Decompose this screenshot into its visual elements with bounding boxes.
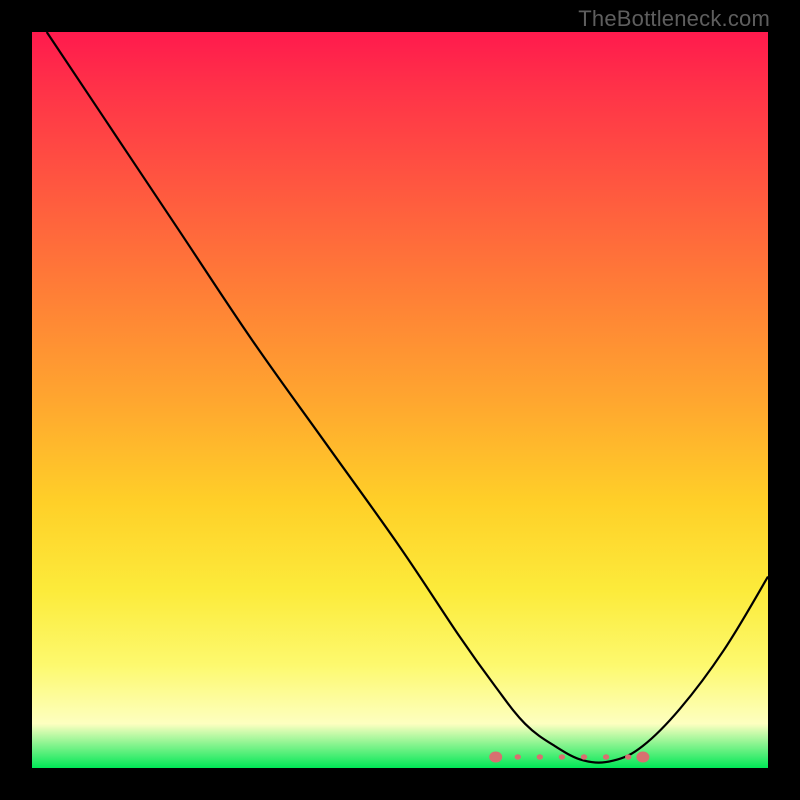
curve-svg — [32, 32, 768, 768]
minimum-marker — [603, 754, 609, 759]
minimum-marker-group — [489, 751, 649, 762]
minimum-marker — [515, 754, 521, 759]
bottleneck-curve-path — [47, 32, 768, 763]
watermark-text: TheBottleneck.com — [578, 6, 770, 32]
plot-area — [32, 32, 768, 768]
minimum-marker — [581, 754, 587, 759]
chart-frame: TheBottleneck.com — [0, 0, 800, 800]
minimum-marker — [625, 754, 631, 759]
minimum-marker — [489, 751, 502, 762]
minimum-marker — [559, 754, 565, 759]
minimum-marker — [537, 754, 543, 759]
minimum-marker — [636, 751, 649, 762]
